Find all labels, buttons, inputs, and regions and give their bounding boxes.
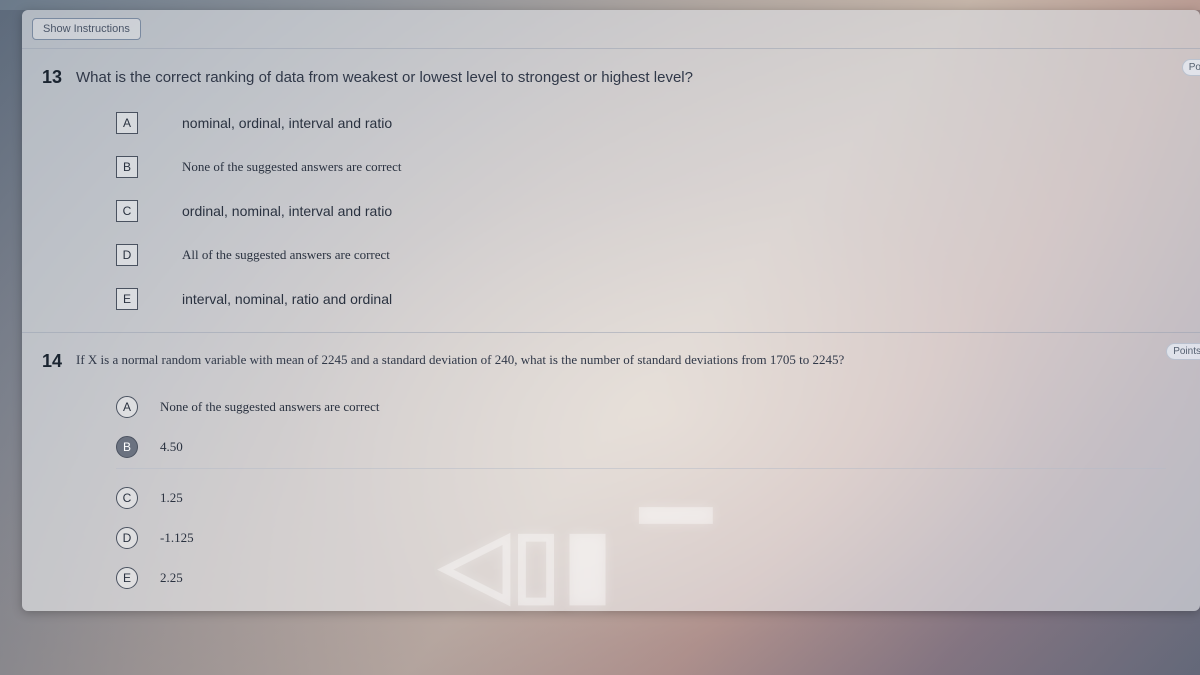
options-list: A None of the suggested answers are corr…	[116, 396, 1180, 589]
option-letter[interactable]: D	[116, 244, 138, 266]
question-13: Po 13 What is the correct ranking of dat…	[22, 48, 1200, 332]
question-number: 13	[42, 67, 66, 88]
option-d[interactable]: D -1.125	[116, 527, 1180, 549]
option-a[interactable]: A None of the suggested answers are corr…	[116, 396, 1180, 418]
question-number: 14	[42, 351, 66, 372]
option-e[interactable]: E 2.25	[116, 567, 1180, 589]
option-d[interactable]: D All of the suggested answers are corre…	[116, 244, 1180, 266]
option-text: 1.25	[160, 490, 183, 506]
option-text: None of the suggested answers are correc…	[160, 399, 379, 415]
option-b[interactable]: B None of the suggested answers are corr…	[116, 156, 1180, 178]
option-letter[interactable]: C	[116, 487, 138, 509]
option-letter[interactable]: E	[116, 288, 138, 310]
option-c[interactable]: C 1.25	[116, 487, 1180, 509]
option-letter[interactable]: A	[116, 112, 138, 134]
show-instructions-button[interactable]: Show Instructions	[32, 18, 141, 40]
question-prompt: What is the correct ranking of data from…	[76, 67, 693, 88]
quiz-panel: Show Instructions Po 13 What is the corr…	[22, 10, 1200, 611]
option-text: 2.25	[160, 570, 183, 586]
option-text: -1.125	[160, 530, 194, 546]
option-c[interactable]: C ordinal, nominal, interval and ratio	[116, 200, 1180, 222]
options-list: A nominal, ordinal, interval and ratio B…	[116, 112, 1180, 310]
points-badge: Po	[1182, 59, 1200, 76]
option-letter[interactable]: B	[116, 436, 138, 458]
question-14: Points 14 If X is a normal random variab…	[22, 332, 1200, 611]
question-prompt: If X is a normal random variable with me…	[76, 351, 844, 369]
option-letter[interactable]: E	[116, 567, 138, 589]
option-text: interval, nominal, ratio and ordinal	[182, 291, 392, 307]
option-e[interactable]: E interval, nominal, ratio and ordinal	[116, 288, 1180, 310]
points-badge: Points	[1166, 343, 1200, 360]
option-letter[interactable]: A	[116, 396, 138, 418]
option-text: 4.50	[160, 439, 183, 455]
option-b[interactable]: B 4.50	[116, 436, 1166, 469]
option-text: None of the suggested answers are correc…	[182, 159, 401, 175]
topbar: Show Instructions	[22, 10, 1200, 48]
option-letter[interactable]: C	[116, 200, 138, 222]
option-letter[interactable]: B	[116, 156, 138, 178]
option-letter[interactable]: D	[116, 527, 138, 549]
option-a[interactable]: A nominal, ordinal, interval and ratio	[116, 112, 1180, 134]
option-text: ordinal, nominal, interval and ratio	[182, 203, 392, 219]
option-text: All of the suggested answers are correct	[182, 247, 390, 263]
option-text: nominal, ordinal, interval and ratio	[182, 115, 392, 131]
